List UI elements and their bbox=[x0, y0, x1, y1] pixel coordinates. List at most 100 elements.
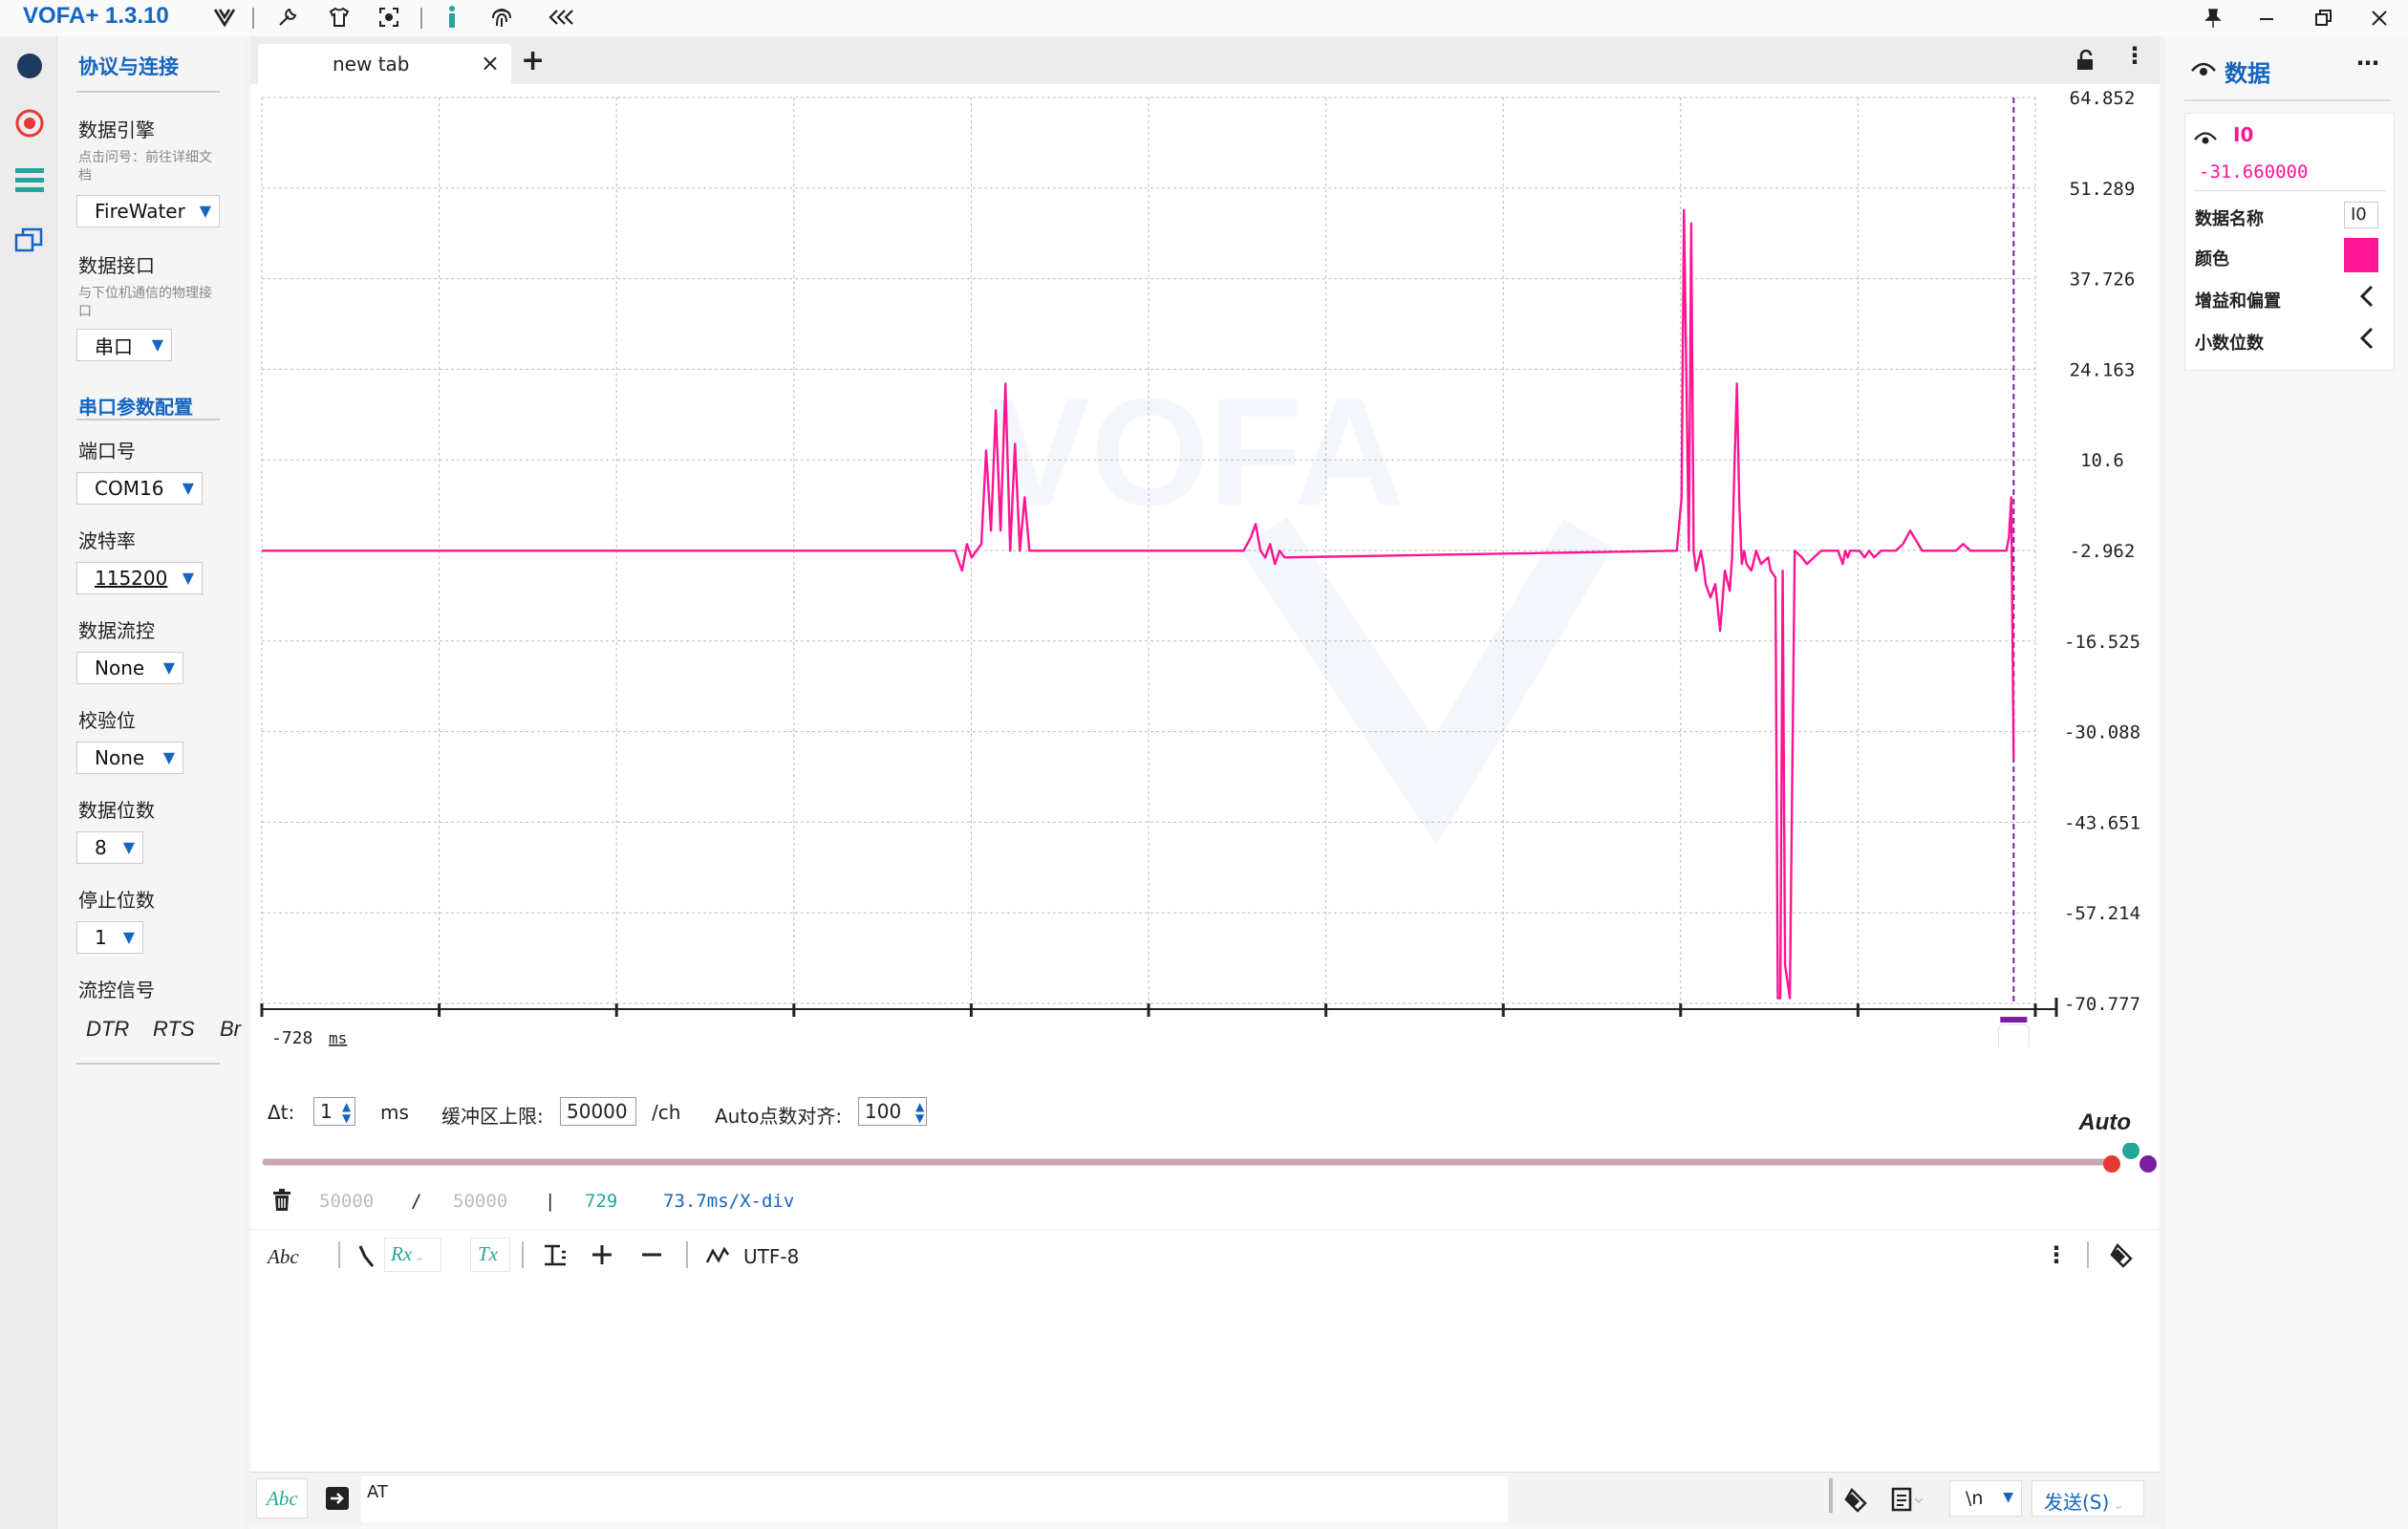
color-swatch[interactable] bbox=[2344, 238, 2378, 272]
time-per-div: 73.7ms/X-div bbox=[663, 1191, 795, 1212]
stopbits-select[interactable]: 1 ▼ bbox=[76, 921, 143, 954]
x-tick-label: -728 bbox=[271, 1028, 312, 1047]
baud-value: 115200 bbox=[95, 567, 168, 590]
signals-label: 流控信号 bbox=[78, 979, 155, 1001]
restore-icon[interactable] bbox=[2305, 2, 2343, 34]
engine-value: FireWater bbox=[95, 200, 185, 223]
eraser-icon[interactable] bbox=[2108, 1241, 2135, 1272]
trash-icon[interactable] bbox=[271, 1189, 292, 1216]
collapse-icon[interactable] bbox=[547, 3, 575, 32]
y-tick-label: 51.289 bbox=[2070, 179, 2136, 200]
port-select[interactable]: COM16 ▼ bbox=[76, 472, 203, 505]
chevron-left-icon[interactable] bbox=[2357, 284, 2376, 312]
auto-spinner-icon[interactable]: ▲ ▼ bbox=[915, 1101, 924, 1124]
iface-select[interactable]: 串口 ▼ bbox=[76, 329, 172, 361]
slider-handle-teal[interactable] bbox=[2122, 1143, 2139, 1159]
text-format-icon[interactable] bbox=[543, 1243, 568, 1272]
tx-toggle[interactable]: Tx bbox=[470, 1238, 510, 1272]
send-input[interactable]: AT bbox=[361, 1476, 1508, 1522]
text-mode-button[interactable]: Abc bbox=[268, 1245, 299, 1269]
chevron-left-icon[interactable] bbox=[2357, 326, 2376, 355]
add-tab-button[interactable]: + bbox=[521, 44, 545, 77]
fingerprint-icon[interactable] bbox=[487, 3, 516, 32]
engine-select[interactable]: FireWater ▼ bbox=[76, 195, 220, 227]
close-window-icon[interactable] bbox=[2360, 2, 2398, 34]
stopbits-value: 1 bbox=[95, 926, 107, 949]
y-tick-label: 10.6 bbox=[2080, 450, 2124, 471]
rts-button[interactable]: RTS bbox=[153, 1017, 195, 1042]
shirt-icon[interactable] bbox=[325, 3, 354, 32]
history-icon[interactable] bbox=[1890, 1486, 1924, 1517]
engine-hint[interactable]: 点击问号：前往详细文档 bbox=[78, 149, 222, 185]
zoom-in-icon[interactable] bbox=[591, 1243, 613, 1270]
auto-mode-label[interactable]: Auto bbox=[2078, 1109, 2131, 1136]
minimize-icon[interactable] bbox=[2247, 2, 2286, 34]
newline-select[interactable]: \n ▼ bbox=[1949, 1480, 2022, 1517]
rx-label: Rx bbox=[391, 1242, 413, 1265]
zoom-out-icon[interactable] bbox=[640, 1243, 663, 1270]
name-input[interactable]: I0 bbox=[2344, 202, 2378, 228]
br-button[interactable]: Br bbox=[220, 1017, 244, 1042]
terminal-menu-icon[interactable]: ⋮ bbox=[2045, 1241, 2068, 1268]
range-slider[interactable] bbox=[250, 1143, 2160, 1181]
newline-value: \n bbox=[1966, 1488, 1984, 1509]
y-tick-label: 37.726 bbox=[2070, 269, 2136, 291]
waveform-plot[interactable]: VOFA 64.852 51.289 37.726 24.163 10.6 -2.962 -1… bbox=[250, 84, 2160, 1047]
menu-lines-icon[interactable] bbox=[13, 164, 46, 197]
rx-toggle[interactable]: Rx ⌄ bbox=[384, 1238, 441, 1272]
connection-status-icon[interactable] bbox=[13, 50, 46, 82]
y-tick-label: -43.651 bbox=[2064, 812, 2140, 833]
divider bbox=[522, 1241, 524, 1268]
auto-align-value: 100 bbox=[865, 1100, 902, 1123]
stats-pipe: | bbox=[545, 1191, 556, 1212]
dropdown-arrow-icon: ▼ bbox=[122, 838, 135, 856]
color-label: 颜色 bbox=[2195, 249, 2229, 269]
buffer-label: 缓冲区上限: bbox=[441, 1105, 544, 1128]
windows-icon[interactable] bbox=[13, 224, 46, 256]
title-bar: VOFA+ 1.3.10 bbox=[0, 0, 2408, 36]
tab-menu-icon[interactable]: ⋮ bbox=[2123, 42, 2146, 69]
dropdown-arrow-icon: ▼ bbox=[182, 479, 194, 497]
wrench-icon[interactable] bbox=[273, 3, 302, 32]
waveform-icon[interactable] bbox=[705, 1245, 730, 1270]
baud-select[interactable]: 115200 ▼ bbox=[76, 562, 203, 594]
toolbar-divider bbox=[252, 8, 254, 29]
flow-value: None bbox=[95, 657, 145, 679]
parity-select[interactable]: None ▼ bbox=[76, 742, 183, 774]
info-icon[interactable] bbox=[438, 3, 466, 32]
clear-send-icon[interactable] bbox=[1842, 1486, 1869, 1517]
resize-handle[interactable] bbox=[1829, 1478, 1833, 1513]
tab-new[interactable]: new tab × bbox=[258, 44, 511, 84]
capture-icon[interactable] bbox=[375, 3, 403, 32]
flow-select[interactable]: None ▼ bbox=[76, 652, 183, 684]
y-tick-label: 64.852 bbox=[2070, 88, 2136, 109]
pin-icon[interactable] bbox=[2194, 2, 2232, 34]
close-tab-icon[interactable]: × bbox=[481, 50, 500, 76]
eye-icon[interactable] bbox=[2190, 57, 2217, 82]
channel-eye-icon[interactable] bbox=[2193, 127, 2218, 150]
buffer-input[interactable]: 50000 bbox=[560, 1097, 636, 1126]
dt-spinner-icon[interactable]: ▲ ▼ bbox=[342, 1101, 351, 1124]
encoding-label[interactable]: UTF-8 bbox=[743, 1245, 799, 1268]
import-icon[interactable] bbox=[325, 1486, 350, 1515]
config-header: 协议与连接 bbox=[78, 55, 179, 78]
dtr-button[interactable]: DTR bbox=[86, 1017, 129, 1042]
slider-handle-purple[interactable] bbox=[2139, 1155, 2157, 1173]
y-tick-label: 24.163 bbox=[2070, 359, 2136, 380]
record-icon[interactable] bbox=[13, 107, 46, 140]
buffer-count: 50000 bbox=[319, 1191, 375, 1212]
data-menu-icon[interactable]: ⋯ bbox=[2356, 50, 2379, 76]
plot-canvas[interactable]: VOFA 64.852 51.289 37.726 24.163 10.6 -2.962 -1… bbox=[250, 84, 2160, 1047]
databits-select[interactable]: 8 ▼ bbox=[76, 831, 143, 864]
vofa-logo-icon[interactable] bbox=[210, 3, 239, 32]
send-button[interactable]: 发送(S) ⌄ bbox=[2032, 1480, 2144, 1517]
send-mode-button[interactable]: Abc bbox=[256, 1478, 308, 1518]
divider bbox=[2184, 99, 2391, 101]
channel-card[interactable]: I0 -31.660000 数据名称 I0 颜色 增益和偏置 小数位数 bbox=[2184, 113, 2395, 371]
unlock-icon[interactable] bbox=[2075, 49, 2096, 71]
slider-handle-red[interactable] bbox=[2103, 1155, 2120, 1173]
cursor-icon[interactable] bbox=[357, 1243, 376, 1272]
dt-unit: ms bbox=[380, 1101, 409, 1124]
y-tick-label: -57.214 bbox=[2064, 903, 2140, 924]
engine-label: 数据引擎 bbox=[78, 118, 155, 141]
